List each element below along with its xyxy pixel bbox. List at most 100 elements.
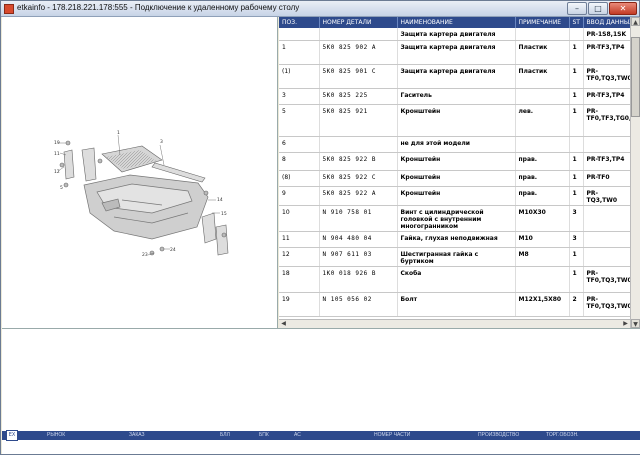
table-row[interactable]: 9 5K0 825 922 A Кронштейн прав. 1 PR-TQ3,TW0 — [279, 186, 631, 206]
cell-st: 1 — [569, 88, 584, 105]
cell-st: 1 — [569, 247, 584, 267]
diagram-label[interactable]: 15 — [221, 211, 227, 217]
exploded-parts-diagram[interactable]: 1 3 19 11 12 5 14 15 23 24 — [2, 17, 278, 328]
cell-note: прав. — [515, 152, 570, 171]
table-row[interactable]: 6 не для этой модели — [279, 136, 631, 153]
cell-note: прав. — [515, 170, 570, 187]
cell-note: M10 — [515, 231, 570, 248]
cell-name: Защита картера двигателя — [397, 40, 516, 65]
col-header-name[interactable]: НАИМЕНОВАНИЕ — [397, 17, 516, 28]
scroll-left-icon[interactable]: ◀ — [279, 320, 288, 328]
diagram-label[interactable]: 24 — [170, 247, 176, 253]
col-header-data[interactable]: ВВОД ДАННЫХ — [583, 17, 631, 28]
cell-name: Кронштейн — [397, 104, 516, 137]
table-header-row: ПОЗ. НОМЕР ДЕТАЛИ НАИМЕНОВАНИЕ ПРИМЕЧАНИ… — [279, 17, 631, 28]
table-row[interactable]: 1 5K0 825 902 A Защита картера двигателя Пл… — [279, 40, 631, 65]
details-pane — [2, 328, 640, 428]
cell-data: PR-1S8,1SK — [583, 28, 631, 41]
cell-st — [569, 136, 584, 153]
table-row[interactable]: (1) 5K0 825 901 C Защита картера двигателя… — [279, 64, 631, 89]
cell-part-number: 5K0 825 225 — [319, 88, 398, 105]
cell-note — [515, 88, 570, 105]
title-bar[interactable]: etkainfo - 178.218.221.178:555 - Подключ… — [1, 1, 639, 17]
table-row[interactable]: 19 N 105 056 02 Болт M12X1,5X80 2 PR-TF0,TQ3,… — [279, 292, 631, 317]
diagram-label[interactable]: 19 — [54, 140, 60, 146]
cell-st: 1 — [569, 40, 584, 65]
table-row[interactable]: Защита картера двигателя PR-1S8,1SK — [279, 28, 631, 41]
table-row[interactable]: 10 N 910 758 01 Винт с цилиндрической голо… — [279, 205, 631, 232]
cell-name: Болт — [397, 292, 516, 317]
diagram-label[interactable]: 12 — [54, 169, 60, 175]
table-row[interactable]: 5 5K0 825 921 Кронштейн лев. 1 PR-TF0,TF3,TG0… — [279, 104, 631, 137]
col-header-note[interactable]: ПРИМЕЧАНИЕ — [515, 17, 570, 28]
cell-part-number: 5K0 825 901 C — [319, 64, 398, 89]
cell-part-number: N 904 480 04 — [319, 231, 398, 248]
cell-data — [583, 136, 631, 153]
cell-name: Кронштейн — [397, 170, 516, 187]
scroll-up-icon[interactable]: ▲ — [631, 17, 640, 26]
diagram-label[interactable]: 5 — [60, 185, 63, 191]
cell-st: 1 — [569, 186, 584, 206]
cell-st: 1 — [569, 104, 584, 137]
cell-st: 1 — [569, 266, 584, 293]
cell-name: Гайка, глухая неподвижная — [397, 231, 516, 248]
cell-name: Скоба — [397, 266, 516, 293]
illustration-pane[interactable]: 1 3 19 11 12 5 14 15 23 24 — [2, 17, 278, 328]
table-row[interactable]: (8) 5K0 825 922 C Кронштейн прав. 1 PR-TF0 — [279, 170, 631, 187]
diagram-label[interactable]: 3 — [160, 139, 163, 145]
cell-part-number: 1K0 018 926 B — [319, 266, 398, 293]
cell-note: Пластик — [515, 64, 570, 89]
cell-note: прав. — [515, 186, 570, 206]
cell-st: 1 — [569, 170, 584, 187]
cell-data: PR-TF3,TP4 — [583, 152, 631, 171]
minimize-button[interactable]: – — [567, 2, 587, 15]
parts-table: ПОЗ. НОМЕР ДЕТАЛИ НАИМЕНОВАНИЕ ПРИМЕЧАНИ… — [279, 17, 631, 317]
table-row[interactable]: 18 1K0 018 926 B Скоба 1 PR-TF0,TQ3,TW0 — [279, 266, 631, 293]
maximize-button[interactable]: □ — [588, 2, 608, 15]
cell-st: 1 — [569, 152, 584, 171]
status-item[interactable]: НОМЕР ЧАСТИ — [374, 432, 410, 438]
table-row[interactable]: 12 N 907 611 03 Шестигранная гайка с бурти… — [279, 247, 631, 267]
col-header-st[interactable]: ST — [569, 17, 584, 28]
cell-name: Гаситель — [397, 88, 516, 105]
cell-pos: 1 — [279, 40, 320, 65]
status-item[interactable]: АС — [294, 432, 301, 438]
exit-button[interactable]: EX — [6, 430, 18, 441]
status-item[interactable]: РЫНОК — [47, 432, 65, 438]
status-item[interactable]: БПК — [259, 432, 269, 438]
diagram-label[interactable]: 23 — [142, 252, 148, 258]
col-header-pos[interactable]: ПОЗ. — [279, 17, 320, 28]
table-row[interactable]: 3 5K0 825 225 Гаситель 1 PR-TF3,TP4 — [279, 88, 631, 105]
cell-note: M10X30 — [515, 205, 570, 232]
cell-note: Пластик — [515, 40, 570, 65]
cell-pos: 5 — [279, 104, 320, 137]
status-item[interactable]: ПРОИЗВОДСТВО — [478, 432, 519, 438]
cell-part-number: 5K0 825 921 — [319, 104, 398, 137]
col-header-part-number[interactable]: НОМЕР ДЕТАЛИ — [319, 17, 398, 28]
table-row[interactable]: 8 5K0 825 922 B Кронштейн прав. 1 PR-TF3,TP4 — [279, 152, 631, 171]
status-item[interactable]: БЛЛ — [220, 432, 230, 438]
scroll-thumb[interactable] — [631, 37, 640, 117]
status-bar: EX РЫНОК ЗАКАЗ БЛЛ БПК АС НОМЕР ЧАСТИ ПР… — [2, 428, 640, 454]
cell-data: PR-TF3,TP4 — [583, 88, 631, 105]
cell-pos: 19 — [279, 292, 320, 317]
status-item[interactable]: ЗАКАЗ — [129, 432, 145, 438]
diagram-label[interactable]: 1 — [117, 130, 120, 136]
scroll-right-icon[interactable]: ▶ — [621, 320, 630, 328]
cell-data: PR-TQ3,TW0 — [583, 186, 631, 206]
vertical-scrollbar[interactable]: ▲ ▼ — [630, 17, 640, 328]
horizontal-scrollbar[interactable]: ◀ ▶ — [279, 319, 630, 328]
scroll-down-icon[interactable]: ▼ — [631, 319, 640, 328]
diagram-label[interactable]: 14 — [217, 197, 223, 203]
table-row[interactable]: 11 N 904 480 04 Гайка, глухая неподвижная M… — [279, 231, 631, 248]
close-button[interactable]: ✕ — [609, 2, 637, 15]
cell-part-number — [319, 28, 398, 41]
diagram-label[interactable]: 11 — [54, 151, 60, 157]
cell-data — [583, 247, 631, 267]
cell-st: 3 — [569, 205, 584, 232]
cell-name: не для этой модели — [397, 136, 516, 153]
cell-st: 1 — [569, 64, 584, 89]
status-item[interactable]: ТОРГ.ОБОЗН. — [546, 432, 579, 438]
cell-st — [569, 28, 584, 41]
cell-note — [515, 136, 570, 153]
